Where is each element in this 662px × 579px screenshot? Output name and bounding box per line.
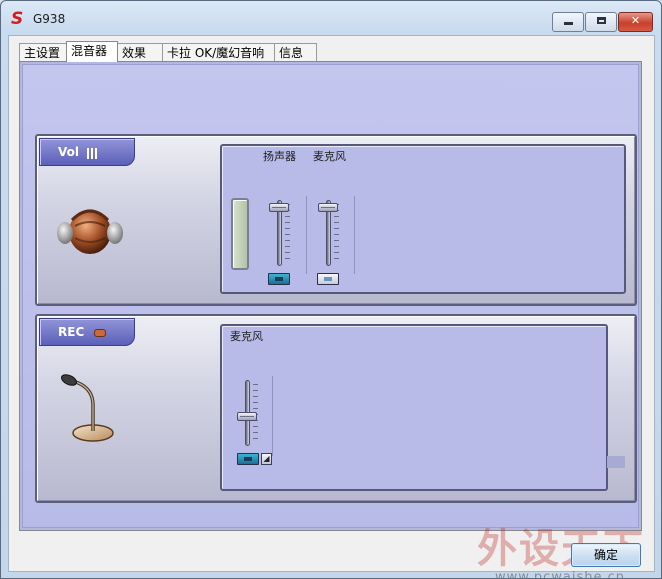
channel-divider [306,196,307,274]
app-logo-icon: S [11,9,24,29]
window-title: G938 [33,12,66,26]
channel-label-mic: 麦克风 [313,150,346,163]
record-section-label: REC [39,318,135,346]
volume-mixer-panel: 扬声器 麦克风 [220,144,626,294]
record-label-text: REC [58,325,85,339]
tab-effects[interactable]: 效果 [117,43,163,61]
record-select-button[interactable]: ◢ [261,453,272,465]
level-meter [231,198,249,270]
mixer-background: Vol 扬声器 麦克风 REC 麦克风 ◢ [22,64,639,528]
mixer-panel: Vol 扬声器 麦克风 REC 麦克风 ◢ [19,61,642,531]
record-side-notch [607,456,625,468]
mic-volume-slider[interactable] [315,198,343,270]
tab-mixer[interactable]: 混音器 [66,41,118,62]
tab-info[interactable]: 信息 [274,43,317,61]
app-window: S G938 ✕ 主设置 混音器 效果 卡拉 OK/魔幻音响 信息 Vol 扬声… [0,0,662,579]
speaker-headphones-icon [57,209,123,254]
slider-thumb[interactable] [237,411,257,421]
volume-section-label: Vol [39,138,135,166]
volume-label-text: Vol [58,145,79,159]
speaker-mute-toggle[interactable] [268,273,290,285]
microphone-icon [61,374,114,442]
slider-ticks [285,204,290,262]
record-indicator-icon [94,328,107,337]
record-section: REC 麦克风 ◢ [35,314,637,503]
channel-label-speaker: 扬声器 [263,150,296,163]
record-mic-mute-toggle[interactable] [237,453,259,465]
client-area: 主设置 混音器 效果 卡拉 OK/魔幻音响 信息 Vol 扬声器 麦克风 REC… [8,35,655,578]
mic-mute-toggle[interactable] [317,273,339,285]
title-bar[interactable]: S G938 ✕ [1,1,661,35]
slider-thumb[interactable] [269,202,289,212]
record-mixer-panel: 麦克风 ◢ [220,324,608,491]
slider-thumb[interactable] [318,202,338,212]
slider-ticks [334,204,339,262]
maximize-icon [596,17,606,24]
volume-section: Vol 扬声器 麦克风 [35,134,637,306]
speaker-volume-slider[interactable] [266,198,294,270]
record-mic-slider[interactable] [234,378,262,450]
channel-divider [272,376,273,456]
watermark-url: www.pcwaishe.cn [495,570,625,579]
channel-divider [354,196,355,274]
close-icon: ✕ [630,14,641,27]
tab-main-settings[interactable]: 主设置 [19,43,67,61]
maximize-button[interactable] [585,12,617,32]
minimize-button[interactable] [552,12,584,32]
tab-karaoke[interactable]: 卡拉 OK/魔幻音响 [162,43,275,61]
minimize-icon [563,22,573,25]
ok-button[interactable]: 确定 [571,543,641,567]
close-button[interactable]: ✕ [618,12,653,32]
volume-bars-icon [87,140,99,166]
record-channel-label-mic: 麦克风 [230,330,263,343]
